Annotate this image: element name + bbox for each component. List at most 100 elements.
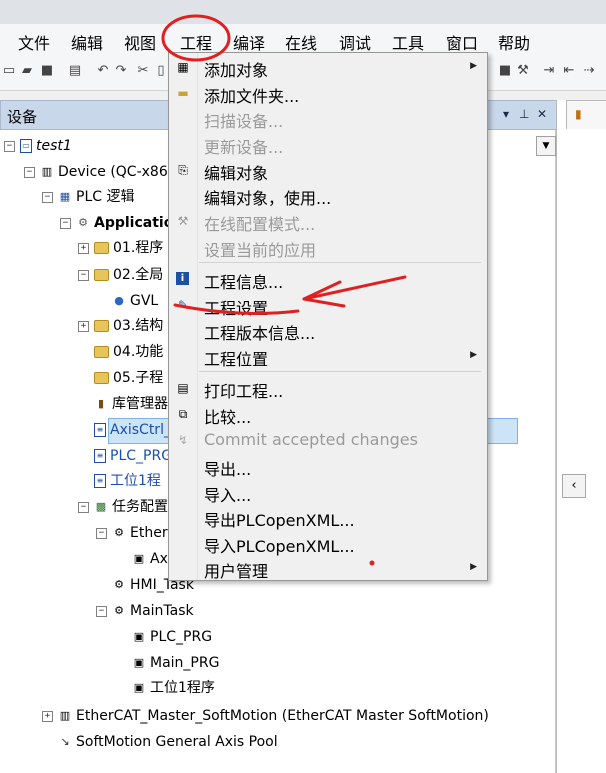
menu-item-label: 添加对象: [204, 61, 269, 80]
menu-item-online-config[interactable]: ⚒ 在线配置模式...: [169, 209, 487, 234]
menu-item-import[interactable]: 导入...: [169, 480, 487, 505]
folder-icon: ▬: [177, 86, 189, 100]
tree-combo-dropdown[interactable]: ▼: [536, 136, 556, 156]
menu-help[interactable]: 帮助: [498, 30, 530, 54]
tree-node-m-plcprg[interactable]: ▣ PLC_PRG: [132, 626, 212, 648]
menu-item-edit-object[interactable]: ⎘ 编辑对象: [169, 158, 487, 183]
menu-item-project-version[interactable]: 工程版本信息...: [169, 318, 487, 343]
menu-item-add-object[interactable]: ▦ 添加对象 ▶: [169, 55, 487, 80]
stop-icon[interactable]: ■: [498, 64, 512, 78]
step-over-icon[interactable]: ⇤: [562, 64, 576, 78]
node-label: PLC_PRG: [150, 629, 213, 645]
expand-icon[interactable]: +: [78, 243, 89, 254]
tool-icon[interactable]: ⚒: [516, 64, 530, 78]
collapse-icon[interactable]: −: [96, 528, 107, 539]
copy-icon[interactable]: ▯: [154, 64, 168, 78]
menu-item-export[interactable]: 导出...: [169, 454, 487, 479]
menu-item-label: 打印工程...: [204, 382, 284, 401]
menu-item-label: 导入PLCopenXML...: [204, 537, 355, 556]
node-label: 工位1程序: [150, 680, 215, 696]
folder-icon: [94, 320, 109, 332]
panel-dropdown-icon[interactable]: ▾: [503, 107, 509, 121]
submenu-arrow-icon: ▶: [470, 61, 477, 71]
menu-item-set-active-app[interactable]: 设置当前的应用: [169, 235, 487, 260]
task-icon: ⚙: [114, 578, 124, 591]
program-icon: ≡: [94, 423, 106, 437]
tree-node-library[interactable]: ▮ 库管理器: [94, 393, 168, 415]
collapse-icon[interactable]: −: [60, 218, 71, 229]
folder-icon: [94, 372, 109, 384]
collapse-icon[interactable]: −: [24, 167, 35, 178]
device-icon: ▥: [59, 709, 71, 722]
menu-item-export-plcopenxml[interactable]: 导出PLCopenXML...: [169, 505, 487, 530]
expand-icon[interactable]: +: [42, 711, 53, 722]
menu-item-project-info[interactable]: i 工程信息...: [169, 267, 487, 292]
tree-node-05[interactable]: 05.子程: [94, 367, 163, 389]
online-config-icon: ⚒: [177, 214, 189, 228]
project-name: test1: [36, 138, 72, 154]
tree-node-axisctrl[interactable]: ≡ AxisCtrl_: [94, 419, 171, 441]
step-out-icon[interactable]: ⇢: [582, 64, 596, 78]
menu-online[interactable]: 在线: [285, 30, 317, 54]
collapse-icon[interactable]: −: [96, 606, 107, 617]
task-config-icon: ▩: [95, 500, 107, 513]
expand-icon[interactable]: +: [78, 321, 89, 332]
menu-item-edit-object-with[interactable]: 编辑对象，使用...: [169, 183, 487, 208]
redo-icon[interactable]: ↷: [114, 64, 128, 78]
tree-node-plcprg[interactable]: ≡ PLC_PRG: [94, 445, 172, 467]
step-icon[interactable]: ⇥: [542, 64, 556, 78]
node-label: Ax: [150, 551, 168, 567]
task-icon: ⚙: [114, 526, 124, 539]
scroll-left-button[interactable]: ‹: [562, 474, 586, 498]
menu-item-print-project[interactable]: ▤ 打印工程...: [169, 376, 487, 401]
collapse-icon[interactable]: −: [42, 192, 53, 203]
menu-item-update-device[interactable]: 更新设备...: [169, 132, 487, 157]
menu-item-label: 编辑对象，使用...: [204, 189, 332, 208]
collapse-icon[interactable]: −: [78, 270, 89, 281]
menu-item-project-location[interactable]: 工程位置 ▶: [169, 344, 487, 369]
collapse-icon[interactable]: −: [78, 502, 89, 513]
cut-icon[interactable]: ✂: [136, 64, 150, 78]
tree-node-m-gw1[interactable]: ▣ 工位1程序: [132, 677, 215, 699]
tree-node-gvl[interactable]: ● GVL: [112, 290, 158, 312]
open-project-icon[interactable]: ▰: [20, 64, 34, 78]
menu-window[interactable]: 窗口: [446, 30, 478, 54]
submenu-arrow-icon: ▶: [470, 350, 477, 360]
menu-item-commit-changes[interactable]: ↯ Commit accepted changes: [169, 428, 487, 452]
right-pane: [556, 100, 606, 773]
edit-object-icon: ⎘: [178, 163, 188, 177]
title-strip: [0, 0, 606, 24]
new-project-icon[interactable]: ▭: [2, 64, 16, 78]
menu-item-add-folder[interactable]: ▬ 添加文件夹...: [169, 81, 487, 106]
menu-item-user-management[interactable]: 用户管理 ▶: [169, 556, 487, 581]
tree-node-ax[interactable]: ▣ Ax: [132, 548, 168, 570]
menu-item-import-plcopenxml[interactable]: 导入PLCopenXML...: [169, 531, 487, 556]
menu-file[interactable]: 文件: [18, 30, 50, 54]
node-label: 01.程序: [113, 240, 164, 256]
undo-icon[interactable]: ↶: [96, 64, 110, 78]
tree-node-axispool[interactable]: ↘ SoftMotion General Axis Pool: [58, 731, 277, 753]
tree-node-m-main[interactable]: ▣ Main_PRG: [132, 652, 220, 674]
menu-project[interactable]: 工程: [180, 30, 212, 54]
node-label: Ether: [130, 525, 168, 541]
call-icon: ▣: [133, 656, 145, 669]
panel-title: 设备: [7, 108, 38, 126]
right-tab[interactable]: ▮: [566, 100, 606, 129]
menu-item-label: 用户管理: [204, 562, 269, 581]
menu-tools[interactable]: 工具: [392, 30, 424, 54]
menu-debug[interactable]: 调试: [339, 30, 371, 54]
print-icon[interactable]: ▤: [68, 64, 82, 78]
menu-view[interactable]: 视图: [124, 30, 156, 54]
save-icon[interactable]: ■: [40, 64, 54, 78]
menu-item-project-settings[interactable]: ✎ 工程设置...: [169, 293, 487, 318]
tree-node-gw1[interactable]: ≡ 工位1程: [94, 470, 161, 492]
menu-edit[interactable]: 编辑: [71, 30, 103, 54]
menu-item-scan-devices[interactable]: 扫描设备...: [169, 106, 487, 131]
menu-item-compare[interactable]: ⧉ 比较...: [169, 402, 487, 427]
pin-icon[interactable]: ⊥: [519, 107, 529, 121]
tree-node-04[interactable]: 04.功能: [94, 341, 163, 363]
collapse-icon[interactable]: −: [4, 141, 15, 152]
menu-item-label: 比较...: [204, 408, 252, 427]
menu-build[interactable]: 编译: [233, 30, 265, 54]
close-icon[interactable]: ✕: [537, 107, 547, 121]
